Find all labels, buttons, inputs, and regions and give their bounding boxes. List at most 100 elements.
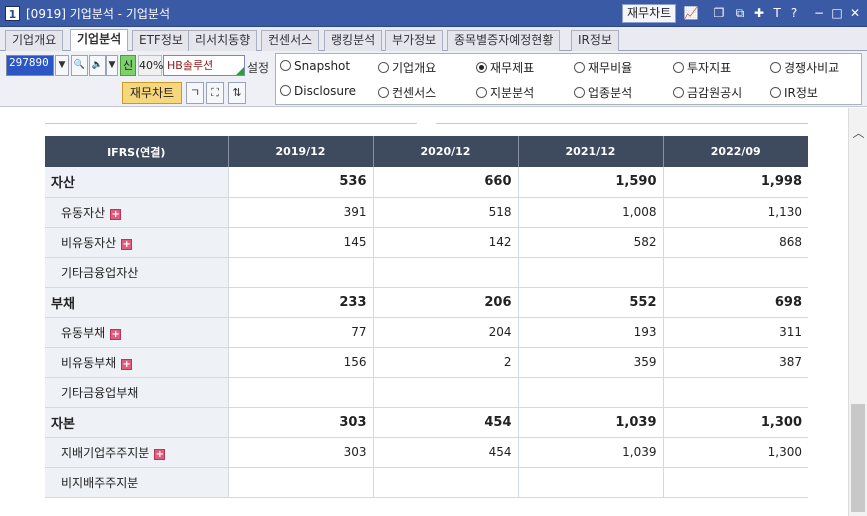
table-row: 기타금융업부채 bbox=[45, 377, 808, 408]
search-icon[interactable]: 🔍 bbox=[71, 55, 88, 76]
radio-label: 지분분석 bbox=[490, 86, 535, 100]
radio-dot bbox=[378, 62, 389, 73]
expand-plus-icon[interactable]: + bbox=[121, 238, 133, 250]
row-label: 비유동자산 bbox=[61, 235, 117, 250]
header-period: 2020/12 bbox=[372, 136, 518, 167]
expand-plus-icon[interactable]: + bbox=[154, 448, 166, 460]
speaker-dropdown-icon[interactable]: ▼ bbox=[106, 55, 118, 76]
cell: 359 bbox=[517, 347, 663, 378]
cell bbox=[372, 377, 518, 408]
divider bbox=[436, 123, 808, 124]
tab-etf-info[interactable]: ETF정보 bbox=[132, 30, 190, 51]
radio-disclosure[interactable]: Disclosure bbox=[280, 84, 356, 98]
radio-snapshot[interactable]: Snapshot bbox=[280, 59, 350, 73]
row-label-cell: 유동부채 + bbox=[45, 317, 228, 348]
company-name-field[interactable]: HB솔루션 bbox=[163, 55, 245, 76]
radio-label: 경쟁사비교 bbox=[784, 61, 840, 75]
radio-financial-ratios[interactable]: 재무비율 bbox=[574, 59, 632, 76]
cell: 303 bbox=[227, 407, 373, 438]
radio-financial-statements[interactable]: 재무제표 bbox=[476, 59, 534, 76]
speaker-icon[interactable]: 🔈 bbox=[89, 55, 106, 76]
title-chart-button[interactable]: 재무차트 bbox=[622, 4, 677, 23]
radio-ownership-analysis[interactable]: 지분분석 bbox=[476, 84, 534, 101]
stock-code-input[interactable]: 297890 bbox=[6, 55, 54, 76]
scroll-thumb[interactable] bbox=[851, 404, 865, 512]
font-adjust-icon[interactable]: ㄱ bbox=[186, 82, 204, 104]
cell: 536 bbox=[227, 167, 373, 198]
tab-consensus[interactable]: 컨센서스 bbox=[261, 30, 320, 51]
radio-dot-selected bbox=[476, 62, 487, 73]
copy-window-icon[interactable]: ⧉ bbox=[732, 5, 748, 21]
font-size-icon[interactable]: T bbox=[769, 5, 785, 21]
expand-plus-icon[interactable]: + bbox=[110, 208, 122, 220]
pin-icon[interactable]: ✚ bbox=[751, 5, 767, 21]
tab-capital-increase-schedule[interactable]: 종목별증자예정현황 bbox=[447, 30, 561, 51]
tab-ir-info[interactable]: IR정보 bbox=[571, 30, 619, 51]
radio-industry-analysis[interactable]: 업종분석 bbox=[574, 84, 632, 101]
tab-research-trends[interactable]: 리서치동향 bbox=[188, 30, 258, 51]
cell bbox=[662, 467, 808, 498]
settings-label[interactable]: 설정 bbox=[247, 59, 269, 76]
cell bbox=[517, 257, 663, 288]
vertical-scrollbar[interactable]: ︿ bbox=[848, 108, 867, 516]
radio-label: Snapshot bbox=[294, 59, 351, 73]
radio-dot bbox=[378, 87, 389, 98]
row-label: 유동부채 bbox=[61, 325, 106, 340]
cell bbox=[227, 257, 373, 288]
cell: 454 bbox=[372, 437, 518, 468]
radio-label: 기업개요 bbox=[392, 61, 437, 75]
fit-screen-icon[interactable]: ⛶ bbox=[206, 82, 224, 104]
radio-label: 재무제표 bbox=[490, 61, 535, 75]
cell: 311 bbox=[662, 317, 808, 348]
radio-consensus[interactable]: 컨센서스 bbox=[378, 84, 436, 101]
table-row: 비지배주주지분 bbox=[45, 467, 808, 498]
cell: 1,130 bbox=[662, 197, 808, 228]
table-row: 유동부채 + 77 204 193 311 bbox=[45, 317, 808, 348]
table-row: 기타금융업자산 bbox=[45, 257, 808, 288]
row-label: 기타금융업자산 bbox=[45, 257, 228, 288]
cell: 1,998 bbox=[662, 167, 808, 198]
table-row: 자본 303 454 1,039 1,300 bbox=[45, 407, 808, 438]
restore-icon[interactable]: ❐ bbox=[711, 5, 727, 21]
cell: 233 bbox=[227, 287, 373, 318]
radio-investment-indicators[interactable]: 투자지표 bbox=[673, 59, 731, 76]
cell bbox=[372, 467, 518, 498]
radio-ir-info[interactable]: IR정보 bbox=[770, 84, 818, 101]
minimize-icon[interactable]: − bbox=[811, 5, 827, 21]
cell bbox=[372, 257, 518, 288]
cell bbox=[662, 257, 808, 288]
cell: 582 bbox=[517, 227, 663, 258]
tab-company-analysis[interactable]: 기업분석 bbox=[70, 29, 129, 52]
row-label: 자산 bbox=[45, 167, 228, 198]
expand-plus-icon[interactable]: + bbox=[110, 328, 122, 340]
radio-label: 재무비율 bbox=[588, 61, 633, 75]
table-row: 지배기업주주지분 + 303 454 1,039 1,300 bbox=[45, 437, 808, 468]
expand-plus-icon[interactable]: + bbox=[121, 358, 133, 370]
chart-icon[interactable]: 📈 bbox=[683, 5, 699, 21]
close-icon[interactable]: ✕ bbox=[847, 5, 863, 21]
scroll-up-icon[interactable]: ︿ bbox=[849, 124, 867, 140]
cell: 204 bbox=[372, 317, 518, 348]
help-icon[interactable]: ? bbox=[786, 5, 802, 21]
new-listing-badge: 신 bbox=[120, 55, 136, 76]
tab-company-overview[interactable]: 기업개요 bbox=[5, 30, 64, 51]
window-number: 1 bbox=[5, 6, 20, 21]
cell: 660 bbox=[372, 167, 518, 198]
maximize-icon[interactable]: □ bbox=[829, 5, 845, 21]
financial-chart-button[interactable]: 재무차트 bbox=[122, 82, 182, 104]
radio-dot bbox=[673, 87, 684, 98]
code-dropdown-icon[interactable]: ▼ bbox=[55, 55, 69, 76]
sort-icon[interactable]: ⇅ bbox=[228, 82, 246, 104]
radio-fss-disclosure[interactable]: 금감원공시 bbox=[673, 84, 742, 101]
tab-ranking-analysis[interactable]: 랭킹분석 bbox=[324, 30, 383, 51]
row-label-cell: 유동자산 + bbox=[45, 197, 228, 228]
cell: 454 bbox=[372, 407, 518, 438]
divider bbox=[45, 123, 417, 124]
cell bbox=[227, 467, 373, 498]
report-type-radio-group: Snapshot 기업개요 재무제표 재무비율 투자지표 경쟁사비교 Discl… bbox=[275, 53, 862, 105]
tab-additional-info[interactable]: 부가정보 bbox=[385, 30, 444, 51]
row-label-cell: 비유동부채 + bbox=[45, 347, 228, 378]
radio-company-overview[interactable]: 기업개요 bbox=[378, 59, 436, 76]
header-period: 2022/09 bbox=[662, 136, 808, 167]
radio-peer-comparison[interactable]: 경쟁사비교 bbox=[770, 59, 839, 76]
